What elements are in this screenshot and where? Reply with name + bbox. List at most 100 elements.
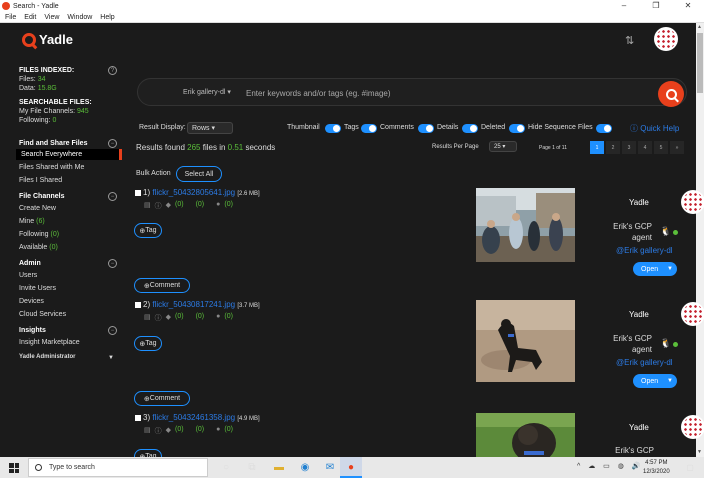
page-4[interactable]: 4 — [638, 141, 652, 154]
search-input[interactable] — [246, 85, 646, 101]
account-chevron-down-icon[interactable]: ▼ — [108, 355, 114, 361]
file-thumbnail[interactable] — [476, 300, 575, 382]
details-toggle[interactable] — [462, 124, 478, 133]
page-scrollbar[interactable]: ▲ ▼ — [696, 23, 704, 457]
add-comment-button[interactable]: ⊕ Comment — [134, 391, 190, 406]
mail-icon[interactable]: ✉ — [324, 461, 336, 473]
yadle-logo[interactable]: Yadle — [22, 32, 73, 47]
files-count: 34 — [37, 76, 46, 83]
help-icon[interactable]: ? — [108, 66, 117, 75]
sidebar-item-following[interactable]: Following (0) — [19, 231, 59, 238]
sidebar-item-devices[interactable]: Devices — [19, 298, 44, 305]
tag-icon: ◆ — [165, 202, 172, 209]
scroll-up-icon[interactable]: ▲ — [697, 24, 702, 30]
row-checkbox[interactable] — [135, 415, 141, 421]
page-1[interactable]: 1 — [590, 141, 604, 154]
add-tag-button[interactable]: ⊕ Tag — [134, 223, 162, 238]
row-checkbox[interactable] — [135, 302, 141, 308]
info-icon[interactable]: ⓘ — [155, 426, 162, 436]
comments-toggle[interactable] — [418, 124, 434, 133]
file-thumbnail[interactable] — [476, 188, 575, 262]
collapse-admin-icon[interactable]: − — [108, 259, 117, 268]
hide-sequence-toggle-label: Hide Sequence Files — [528, 124, 593, 131]
tags-toggle[interactable] — [361, 124, 377, 133]
app-icon — [2, 2, 10, 10]
system-clock[interactable]: 4:57 PM 12/3/2020 — [643, 459, 670, 477]
search-button[interactable] — [658, 81, 684, 107]
account-name[interactable]: Yadle Administrator — [19, 354, 75, 360]
quick-help-link[interactable]: ⓘ Quick Help — [630, 123, 679, 134]
collapse-insights-icon[interactable]: − — [108, 326, 117, 335]
sidebar-item-available[interactable]: Available (0) — [19, 244, 58, 251]
deleted-toggle[interactable] — [509, 124, 525, 133]
minimize-button[interactable]: – — [608, 0, 640, 12]
sidebar-item-invite-users[interactable]: Invite Users — [19, 285, 56, 292]
comment-icon: ● — [216, 201, 221, 208]
collapse-channels-icon[interactable]: − — [108, 192, 117, 201]
add-comment-button[interactable]: ⊕ Comment — [134, 278, 190, 293]
thumbnail-toggle[interactable] — [325, 124, 341, 133]
page-3[interactable]: 3 — [622, 141, 636, 154]
trash-icon[interactable]: ▤ — [144, 313, 151, 323]
menu-view[interactable]: View — [44, 14, 59, 21]
results-per-page-select[interactable]: 25 ▾ — [489, 141, 517, 152]
open-button[interactable]: Open ▼ — [633, 262, 677, 276]
open-dropdown-icon: ▼ — [667, 266, 673, 272]
sidebar-item-users[interactable]: Users — [19, 272, 37, 279]
trash-icon[interactable]: ▤ — [144, 201, 151, 211]
cortana-icon[interactable]: ○ — [220, 461, 232, 473]
select-all-button[interactable]: Select All — [176, 166, 222, 182]
menu-file[interactable]: File — [5, 14, 16, 21]
trash-icon[interactable]: ▤ — [144, 426, 151, 436]
pagination: 1 2 3 4 5 » — [590, 141, 686, 154]
comment-icon: ● — [216, 426, 221, 433]
sidebar-item-shared-with-me[interactable]: Files Shared with Me — [19, 164, 84, 171]
detail-count: (0) — [195, 313, 205, 320]
file-link[interactable]: flickr_50430817241.jpg — [152, 300, 235, 309]
windows-start-icon[interactable] — [9, 463, 19, 473]
collapse-find-icon[interactable]: − — [108, 139, 117, 148]
system-tray-icons[interactable]: ^ ☁ ▭ ◍ 🔊 — [577, 462, 644, 470]
maximize-button[interactable]: ❐ — [640, 0, 672, 12]
page-2[interactable]: 2 — [606, 141, 620, 154]
agent-channel-link[interactable]: @Erik gallery-dl — [616, 358, 673, 367]
file-thumbnail[interactable] — [476, 413, 575, 457]
scrollbar-thumb[interactable] — [697, 33, 703, 93]
menu-edit[interactable]: Edit — [24, 14, 36, 21]
scroll-down-icon[interactable]: ▼ — [697, 449, 702, 455]
file-size: [2.6 MB] — [237, 191, 260, 197]
comment-count: (0) — [224, 426, 233, 433]
file-link[interactable]: flickr_50432461358.jpg — [152, 413, 235, 422]
taskbar-search[interactable]: Type to search — [28, 458, 208, 477]
open-button[interactable]: Open ▼ — [633, 374, 677, 388]
file-explorer-icon[interactable]: ▬ — [273, 461, 285, 473]
file-link[interactable]: flickr_50432805641.jpg — [152, 188, 235, 197]
sidebar-item-create-new[interactable]: Create New — [19, 205, 56, 212]
info-icon[interactable]: ⓘ — [155, 313, 162, 323]
sidebar-item-search-everywhere[interactable]: Search Everywhere — [16, 149, 122, 160]
add-tag-button[interactable]: ⊕ Tag — [134, 336, 162, 351]
user-avatar[interactable] — [654, 27, 678, 51]
results-per-page-label: Results Per Page — [432, 144, 479, 150]
page-5[interactable]: 5 — [654, 141, 668, 154]
sidebar-item-mine[interactable]: Mine (6) — [19, 218, 45, 225]
sort-icon[interactable]: ⇅ — [625, 34, 634, 47]
search-scope-dropdown[interactable]: Erik gallery-dl ▾ — [183, 88, 231, 96]
row-checkbox[interactable] — [135, 190, 141, 196]
menu-window[interactable]: Window — [67, 14, 92, 21]
sidebar-item-insight-marketplace[interactable]: Insight Marketplace — [19, 339, 80, 346]
sidebar-item-cloud-services[interactable]: Cloud Services — [19, 311, 66, 318]
agent-channel-link[interactable]: @Erik gallery-dl — [616, 246, 673, 255]
close-button[interactable]: ✕ — [672, 0, 704, 12]
result-display-select[interactable]: Rows ▾ — [187, 122, 233, 134]
menu-help[interactable]: Help — [100, 14, 114, 21]
edge-icon[interactable]: ◉ — [299, 461, 311, 473]
bulk-action-label: Bulk Action — [136, 170, 171, 177]
yadle-taskbar-button[interactable]: ● — [340, 457, 362, 478]
page-next[interactable]: » — [670, 141, 684, 154]
sidebar-item-files-i-shared[interactable]: Files I Shared — [19, 177, 62, 184]
notification-icon[interactable]: ▢ — [684, 461, 696, 473]
info-icon[interactable]: ⓘ — [155, 201, 162, 211]
hide-sequence-toggle[interactable] — [596, 124, 612, 133]
task-view-icon[interactable]: ⧉ — [246, 461, 258, 473]
